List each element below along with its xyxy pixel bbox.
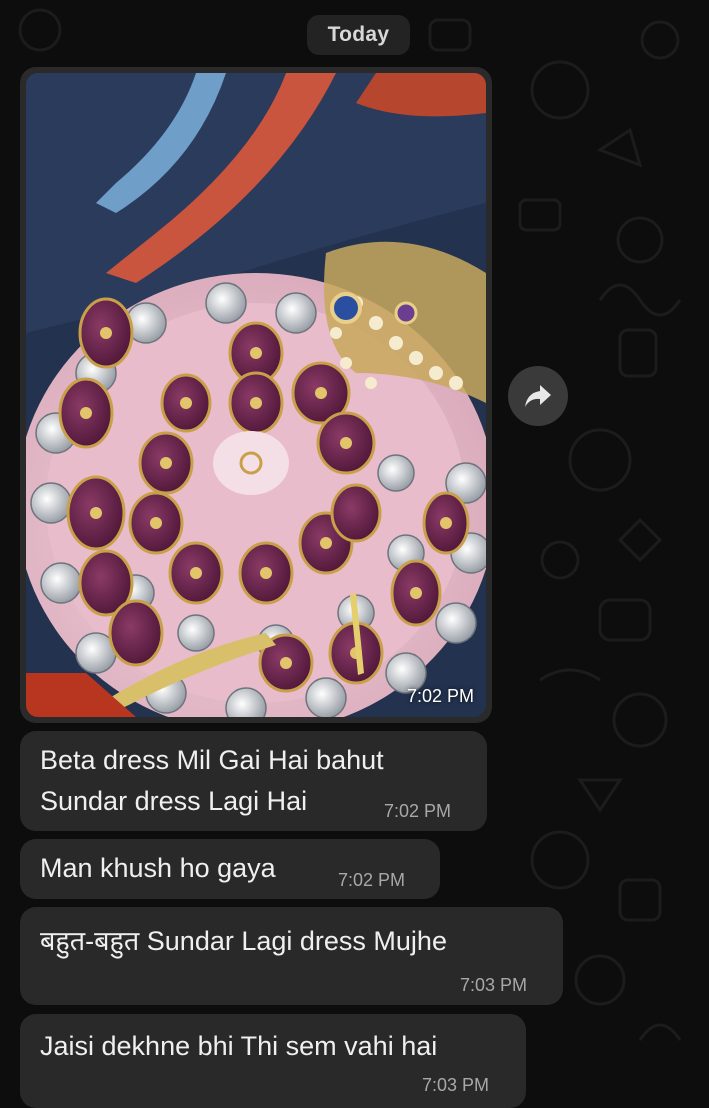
message-text-line: Beta dress Mil Gai Hai bahut: [40, 745, 384, 775]
message-text-line: Man khush ho gaya: [40, 853, 276, 883]
message-timestamp: 7:02 PM: [384, 801, 452, 821]
date-chip: Today: [307, 15, 410, 55]
chat-screen: Today 7:02 PM Beta dress Mil Gai Hai bah…: [0, 0, 709, 1108]
message-timestamp: 7:03 PM: [422, 1075, 490, 1095]
image-timestamp: 7:02 PM: [406, 686, 474, 706]
message-text-line: बहुत-बहुत Sundar Lagi dress Mujhe: [40, 926, 447, 956]
message-timestamp: 7:03 PM: [460, 975, 528, 995]
image-message[interactable]: 7:02 PM: [20, 67, 492, 723]
message-bubble[interactable]: Beta dress Mil Gai Hai bahut Sundar dres…: [20, 731, 487, 831]
forward-button[interactable]: [508, 366, 568, 426]
forward-arrow-icon: [525, 385, 551, 407]
message-timestamp: 7:02 PM: [338, 870, 406, 890]
message-bubble[interactable]: बहुत-बहुत Sundar Lagi dress Mujhe 7:03 P…: [20, 907, 563, 1005]
message-text-line: Sundar dress Lagi Hai: [40, 786, 308, 816]
message-text-line: Jaisi dekhne bhi Thi sem vahi hai: [40, 1031, 438, 1061]
dress-photo[interactable]: [26, 73, 486, 717]
message-bubble[interactable]: Jaisi dekhne bhi Thi sem vahi hai 7:03 P…: [20, 1014, 526, 1108]
message-bubble[interactable]: Man khush ho gaya 7:02 PM: [20, 839, 440, 899]
